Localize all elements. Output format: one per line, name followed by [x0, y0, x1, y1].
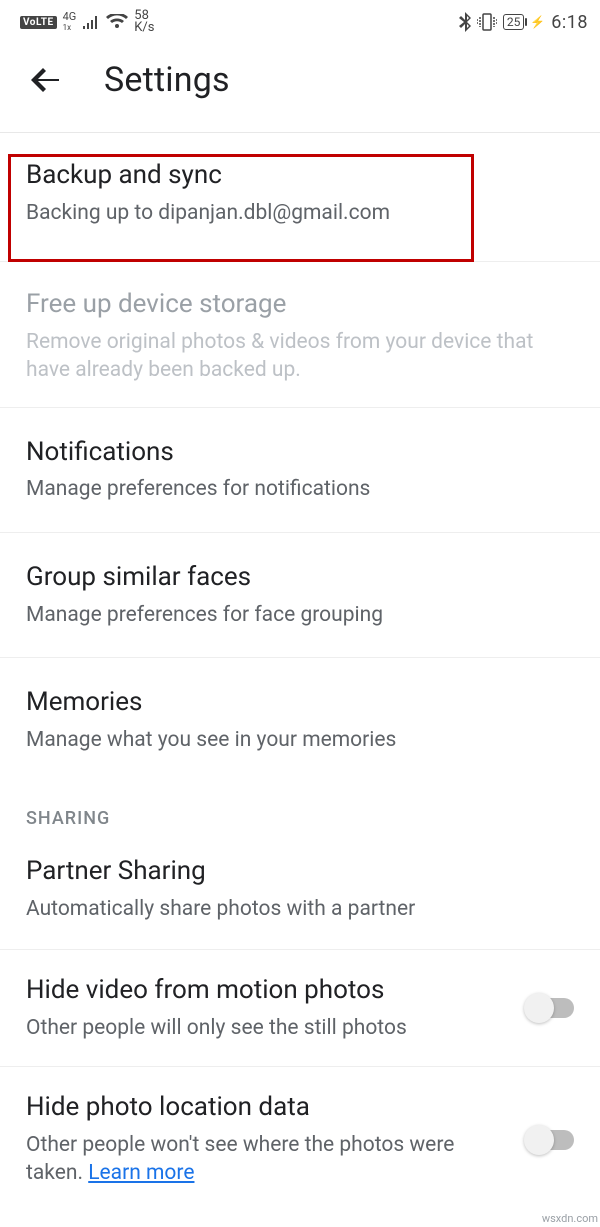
item-subtitle: Remove original photos & videos from you… — [26, 328, 574, 385]
item-subtitle: Manage preferences for face grouping — [26, 601, 574, 629]
status-right: 25 ⚡ 6:18 — [459, 12, 588, 33]
bluetooth-icon — [459, 12, 471, 32]
item-subtitle: Other people will only see the still pho… — [26, 1014, 516, 1042]
item-backup-and-sync[interactable]: Backup and sync Backing up to dipanjan.d… — [0, 133, 600, 262]
status-left: VoLTE 4G 1x 58 K/s — [20, 10, 155, 34]
item-memories[interactable]: Memories Manage what you see in your mem… — [0, 658, 600, 780]
item-group-similar-faces[interactable]: Group similar faces Manage preferences f… — [0, 533, 600, 658]
wifi-icon — [106, 14, 128, 30]
learn-more-link[interactable]: Learn more — [88, 1161, 194, 1185]
item-notifications[interactable]: Notifications Manage preferences for not… — [0, 408, 600, 533]
item-title: Free up device storage — [26, 288, 574, 322]
item-partner-sharing[interactable]: Partner Sharing Automatically share phot… — [0, 839, 600, 950]
item-free-up-storage: Free up device storage Remove original p… — [0, 262, 600, 407]
switch-thumb — [524, 1125, 554, 1155]
battery-icon: 25 — [503, 14, 525, 30]
status-bar: VoLTE 4G 1x 58 K/s 25 ⚡ 6:18 — [0, 0, 600, 40]
item-title: Hide video from motion photos — [26, 974, 516, 1008]
item-title: Notifications — [26, 436, 574, 470]
battery-bolt-icon: ⚡ — [530, 15, 545, 29]
app-bar: Settings — [0, 40, 600, 120]
vibrate-icon — [477, 13, 497, 31]
network-speed: 58 K/s — [134, 10, 154, 34]
clock: 6:18 — [551, 12, 588, 33]
item-subtitle: Automatically share photos with a partne… — [26, 895, 574, 923]
item-subtitle: Other people won't see where the photos … — [26, 1131, 516, 1188]
signal-icon — [82, 14, 100, 30]
page-title: Settings — [104, 60, 230, 100]
item-hide-location[interactable]: Hide photo location data Other people wo… — [0, 1067, 600, 1197]
settings-list: Backup and sync Backing up to dipanjan.d… — [0, 133, 600, 1198]
item-title: Group similar faces — [26, 561, 574, 595]
switch-thumb — [524, 993, 554, 1023]
item-hide-video[interactable]: Hide video from motion photos Other peop… — [0, 950, 600, 1067]
item-title: Backup and sync — [26, 159, 574, 193]
section-header-sharing: SHARING — [0, 780, 600, 839]
item-subtitle: Manage preferences for notifications — [26, 475, 574, 503]
volte-badge: VoLTE — [20, 16, 57, 29]
toggle-hide-video[interactable] — [528, 998, 574, 1018]
item-title: Partner Sharing — [26, 855, 574, 889]
toggle-hide-location[interactable] — [528, 1130, 574, 1150]
item-subtitle: Manage what you see in your memories — [26, 726, 574, 754]
arrow-back-icon — [31, 65, 61, 95]
item-title: Memories — [26, 686, 574, 720]
item-subtitle: Backing up to dipanjan.dbl@gmail.com — [26, 199, 574, 227]
network-bottom: 1x — [63, 23, 71, 32]
battery-level: 25 — [507, 15, 521, 29]
network-top: 4G — [63, 10, 77, 23]
back-button[interactable] — [28, 62, 64, 98]
network-type: 4G 1x — [63, 12, 77, 33]
watermark: wsxdn.com — [542, 1212, 598, 1225]
item-title: Hide photo location data — [26, 1091, 516, 1125]
speed-unit: K/s — [134, 20, 154, 35]
